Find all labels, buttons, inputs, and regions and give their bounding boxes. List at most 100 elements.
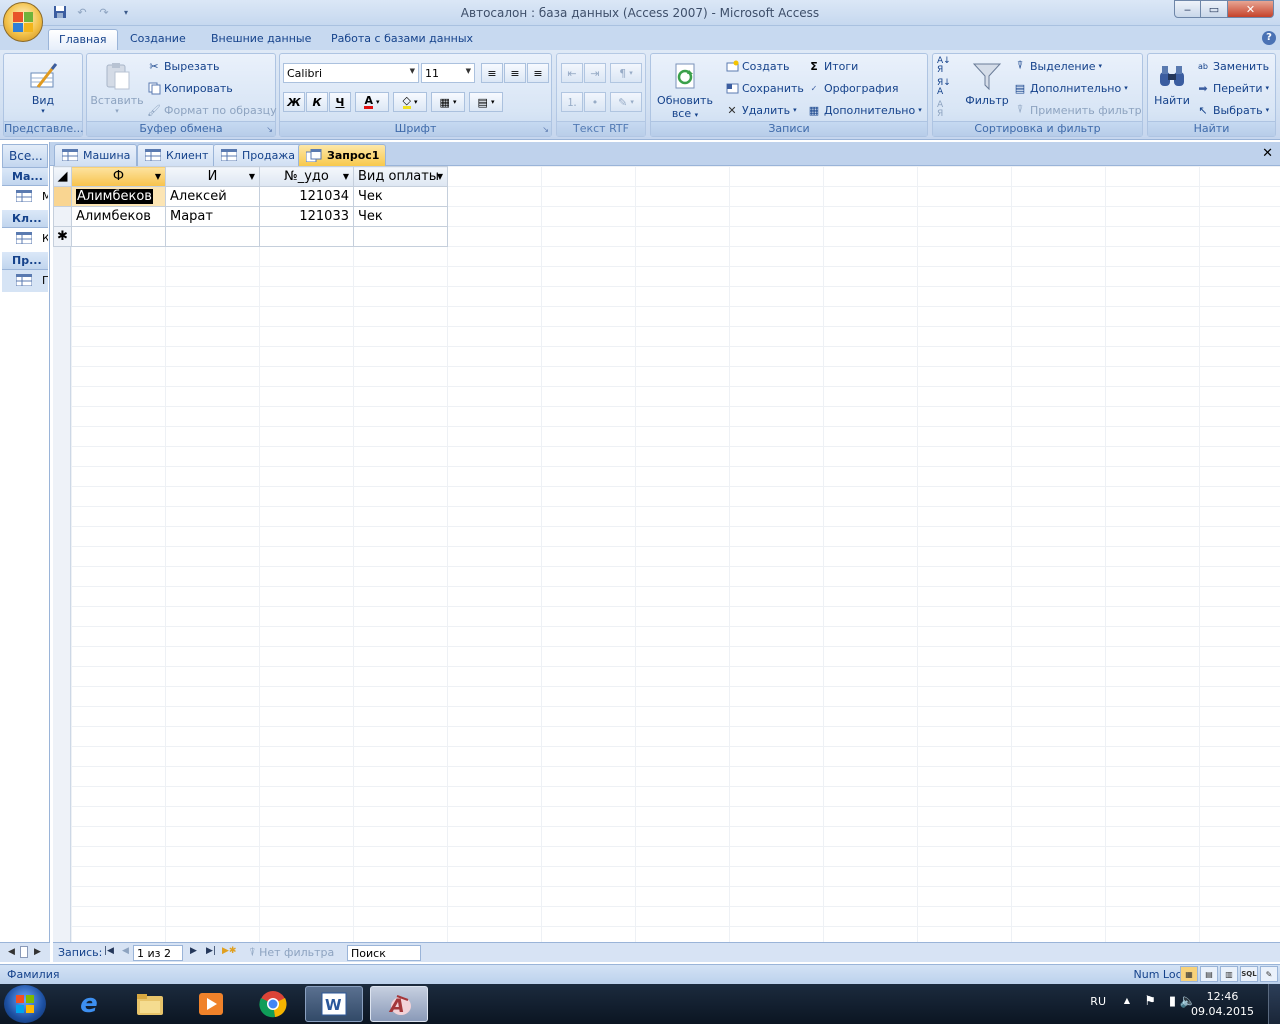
gridlines-button[interactable]: ▦ ▾ [431,92,465,112]
save-record-button[interactable]: Сохранить [725,81,804,95]
first-record-icon[interactable]: |◀ [104,946,114,956]
chevron-down-icon[interactable]: ▼ [155,172,161,181]
nav-item-sale[interactable]: П [2,270,48,292]
nav-group-sale[interactable]: Пр... [2,252,48,270]
toggle-filter-button[interactable]: ⍒ Применить фильтр [1013,103,1142,117]
new-record-nav-icon[interactable]: ▶✱ [222,946,236,956]
doc-tab-client[interactable]: Клиент [137,144,216,166]
refresh-all-button[interactable]: Обновить все ▾ [654,60,716,120]
close-button[interactable]: ✕ [1228,0,1274,18]
show-desktop-button[interactable] [1268,984,1280,1024]
align-right-button[interactable]: ≡ [527,63,549,83]
tab-home[interactable]: Главная [48,29,118,50]
nav-pane-scrollbar[interactable]: ◀ ▶ [0,942,50,962]
nav-group-client[interactable]: Кл... [2,210,48,228]
goto-button[interactable]: ➡ Перейти ▾ [1196,81,1269,95]
bold-button[interactable]: Ж [283,92,305,112]
replace-button[interactable]: ab Заменить [1196,59,1269,73]
chevron-down-icon[interactable]: ▼ [437,172,443,181]
cell-id[interactable]: 121033 [259,206,354,227]
new-record-marker[interactable]: ✱ [53,226,72,247]
tab-external-data[interactable]: Внешние данные [201,29,321,50]
column-header-i[interactable]: И ▼ [165,166,260,187]
row-selector[interactable] [53,186,72,207]
taskbar-ie[interactable]: e [60,986,118,1022]
row-selector[interactable] [53,206,72,227]
column-header-payment[interactable]: Вид оплаты ▼ [353,166,448,187]
decrease-indent-button[interactable]: ⇤ [561,63,583,83]
taskbar-explorer[interactable] [121,986,179,1022]
doc-tab-query1[interactable]: Запрос1 [298,144,387,166]
doc-tab-machine[interactable]: Машина [54,144,138,166]
copy-button[interactable]: Копировать [147,81,233,95]
nav-item-client[interactable]: К [2,228,48,250]
office-button[interactable] [3,2,43,42]
selection-button[interactable]: ⍒ Выделение ▾ [1013,59,1102,73]
cell-name[interactable] [165,226,260,247]
record-position-input[interactable]: 1 из 2 [133,945,183,961]
select-button[interactable]: ↖ Выбрать ▾ [1196,103,1269,117]
scroll-thumb[interactable] [20,946,28,958]
totals-button[interactable]: Σ Итоги [807,59,858,73]
last-record-icon[interactable]: ▶| [206,946,216,956]
sort-descending-button[interactable]: Я↓ A [937,79,951,97]
sort-ascending-button[interactable]: A↓ Я [937,57,951,75]
fill-color-button[interactable]: ◇ ▾ [393,92,427,112]
clear-sort-button[interactable]: AЯ [937,101,943,119]
design-view-icon[interactable]: ✎ [1260,966,1278,982]
font-size-combo[interactable]: 11 ▼ [421,63,475,83]
taskbar-access[interactable]: A [370,986,428,1022]
cell-name[interactable]: Алексей [165,186,260,207]
cell-surname[interactable]: Алимбеков [71,186,166,207]
cell-payment[interactable]: Чек [353,206,448,227]
column-header-f[interactable]: Ф ▼ [71,166,166,187]
action-center-flag-icon[interactable]: ⚑ [1144,994,1156,1009]
more-records-button[interactable]: ▦ Дополнительно ▾ [807,103,922,117]
highlight-button[interactable]: ✎ ▾ [610,92,642,112]
numbering-button[interactable]: ⒈ [561,92,583,112]
new-record-button[interactable]: Создать [725,59,790,73]
close-document-icon[interactable]: ✕ [1262,146,1273,161]
select-all-cell[interactable]: ◢ [53,166,72,187]
column-header-num[interactable]: №_удо ▼ [259,166,354,187]
prev-record-icon[interactable]: ◀ [122,946,129,956]
filter-button[interactable]: Фильтр [961,60,1013,107]
cell-surname[interactable]: Алимбеков [71,206,166,227]
find-button[interactable]: Найти [1150,60,1194,107]
tray-expand-icon[interactable]: ▲ [1124,996,1130,1005]
cell-surname[interactable] [71,226,166,247]
taskbar-word[interactable]: W [305,986,363,1022]
chevron-down-icon[interactable]: ▼ [343,172,349,181]
next-record-icon[interactable]: ▶ [190,946,197,956]
bullets-button[interactable]: • [584,92,606,112]
start-button[interactable] [4,985,46,1023]
align-left-button[interactable]: ≡ [481,63,503,83]
clipboard-launcher-icon[interactable]: ↘ [266,125,273,134]
text-direction-button[interactable]: ¶ ▾ [610,63,642,83]
cell-payment[interactable] [353,226,448,247]
advanced-filter-button[interactable]: ▤ Дополнительно ▾ [1013,81,1128,95]
clock[interactable]: 12:46 09.04.2015 [1191,989,1254,1019]
font-name-combo[interactable]: Calibri ▼ [283,63,419,83]
font-launcher-icon[interactable]: ↘ [542,125,549,134]
chevron-down-icon[interactable]: ▼ [249,172,255,181]
language-indicator[interactable]: RU [1090,995,1106,1008]
nav-group-machine[interactable]: Ма... [2,168,48,186]
view-button[interactable]: Вид ▾ [12,60,74,115]
italic-button[interactable]: К [306,92,328,112]
alt-row-color-button[interactable]: ▤ ▾ [469,92,503,112]
cell-id[interactable]: 121034 [259,186,354,207]
search-input[interactable]: Поиск [347,945,421,961]
pivot-table-view-icon[interactable]: ▤ [1200,966,1218,982]
spelling-button[interactable]: ✓ Орфография [807,81,899,95]
help-icon[interactable]: ? [1262,31,1276,45]
network-icon[interactable]: ▮ [1169,994,1176,1009]
taskbar-media[interactable] [182,986,240,1022]
doc-tab-sale[interactable]: Продажа [213,144,302,166]
align-center-button[interactable]: ≡ [504,63,526,83]
datasheet-view-icon[interactable]: ▦ [1180,966,1198,982]
tab-database-tools[interactable]: Работа с базами данных [321,29,483,50]
table-row[interactable]: Алимбеков Марат 121033 Чек [53,206,448,227]
tab-create[interactable]: Создание [120,29,196,50]
font-color-button[interactable]: A ▾ [355,92,389,112]
